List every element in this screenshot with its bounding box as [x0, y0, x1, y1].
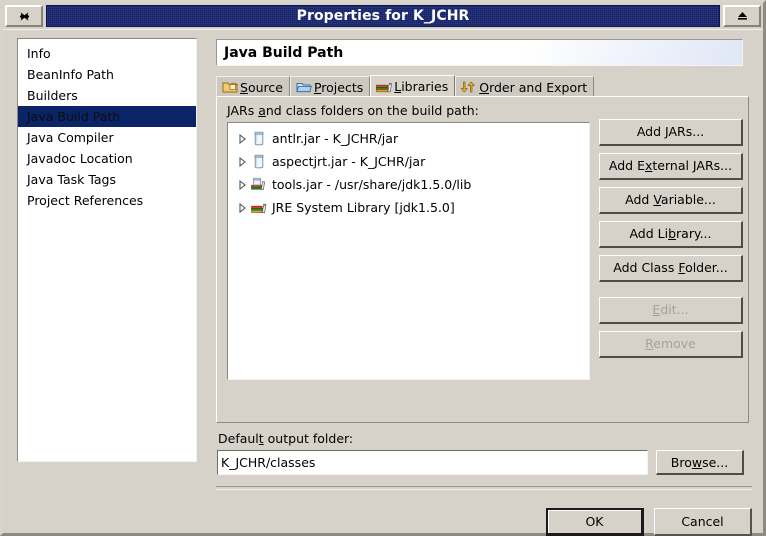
default-output-folder-label: Default output folder: — [218, 431, 353, 446]
list-item[interactable]: tools.jar - /usr/share/jdk1.5.0/lib — [228, 173, 589, 196]
browse-button[interactable]: Browse... — [656, 450, 744, 475]
close-x-icon — [19, 11, 30, 22]
out-label-post: output folder: — [263, 431, 354, 446]
tab-projects-label: Projects — [313, 79, 364, 95]
collapsed-triangle-icon[interactable] — [234, 179, 250, 190]
open-folder-icon — [296, 80, 312, 94]
list-item[interactable]: antlr.jar - K_JCHR/jar — [228, 127, 589, 150]
list-item-label: antlr.jar - K_JCHR/jar — [272, 131, 399, 146]
add-class-folder-button[interactable]: Add Class Folder... — [599, 255, 743, 282]
page-header: Java Build Path — [216, 39, 743, 66]
default-output-folder-input[interactable] — [217, 450, 648, 475]
add-variable-button[interactable]: Add Variable... — [599, 187, 743, 214]
jar-list-label-pre: JARs — [227, 103, 259, 118]
btn-post: ariable... — [660, 192, 716, 207]
browse-pre: Bro — [670, 454, 692, 470]
remove-button[interactable]: Remove — [599, 331, 743, 358]
tab-libraries[interactable]: Libraries — [370, 75, 456, 97]
btn-pre: Add E — [608, 158, 645, 173]
window-shade-button[interactable] — [723, 5, 761, 27]
dialog-button-bar: OK Cancel — [546, 508, 752, 536]
libraries-button-column: Add JARs... Add External JARs... Add Var… — [599, 119, 743, 365]
list-item-label: tools.jar - /usr/share/jdk1.5.0/lib — [272, 177, 472, 192]
add-external-jars-button[interactable]: Add External JARs... — [599, 153, 743, 180]
ok-button[interactable]: OK — [546, 508, 644, 536]
list-item-label: JRE System Library [jdk1.5.0] — [272, 200, 455, 215]
jar-list-label-post: nd class folders on the build path: — [265, 103, 479, 118]
properties-page-pane: Java Build Path Source Projects Librarie… — [212, 35, 752, 490]
btn-post: ternal JARs... — [652, 158, 733, 173]
browse-mnemonic: w — [691, 454, 703, 470]
sidebar-item-builders[interactable]: Builders — [18, 85, 196, 106]
library-jar-icon — [250, 177, 268, 192]
browse-post: se... — [702, 454, 729, 470]
cancel-button[interactable]: Cancel — [654, 508, 752, 536]
btn-post: emove — [653, 336, 696, 351]
sidebar-item-java-build-path[interactable]: Java Build Path — [18, 106, 196, 127]
reorder-arrows-icon — [460, 80, 477, 94]
collapsed-triangle-icon[interactable] — [234, 202, 250, 213]
window-close-button[interactable] — [5, 5, 43, 27]
tab-source-label: Source — [240, 79, 283, 95]
btn-mnemonic: b — [668, 226, 677, 241]
jar-icon — [250, 131, 268, 146]
jar-list-label-mnemonic: a — [258, 103, 266, 118]
btn-post: older... — [685, 260, 728, 275]
sidebar-item-project-references[interactable]: Project References — [18, 190, 196, 211]
sidebar-item-info[interactable]: Info — [18, 43, 196, 64]
btn-post: dit... — [660, 302, 689, 317]
jar-list-label: JARs and class folders on the build path… — [227, 103, 479, 118]
libraries-tab-panel: JARs and class folders on the build path… — [216, 96, 749, 423]
shade-triangle-icon — [736, 11, 749, 21]
collapsed-triangle-icon[interactable] — [234, 156, 250, 167]
properties-dialog-window: Properties for K_JCHR Info BeanInfo Path… — [0, 0, 766, 536]
properties-page-tree[interactable]: Info BeanInfo Path Builders Java Build P… — [17, 38, 197, 462]
btn-post: ARs... — [668, 124, 705, 139]
btn-pre: Add — [625, 192, 654, 207]
jar-icon — [250, 154, 268, 169]
sidebar-item-javadoc-location[interactable]: Javadoc Location — [18, 148, 196, 169]
window-title: Properties for K_JCHR — [46, 5, 720, 27]
btn-pre: Add — [636, 124, 666, 139]
collapsed-triangle-icon[interactable] — [234, 133, 250, 144]
sidebar-item-java-compiler[interactable]: Java Compiler — [18, 127, 196, 148]
out-label-pre: Defaul — [218, 431, 259, 446]
build-path-entries-list[interactable]: antlr.jar - K_JCHR/jar aspectjrt.jar - K… — [227, 122, 590, 380]
jre-library-icon — [250, 200, 268, 215]
tab-order-and-export-label: Order and Export — [479, 79, 588, 95]
package-folder-icon — [222, 80, 239, 94]
tab-projects[interactable]: Projects — [289, 76, 371, 97]
books-icon — [376, 80, 393, 94]
btn-post: rary... — [676, 226, 712, 241]
default-output-folder-row: Browse... — [217, 449, 749, 476]
add-jars-button[interactable]: Add JARs... — [599, 119, 743, 146]
list-item-label: aspectjrt.jar - K_JCHR/jar — [272, 154, 426, 169]
page-title: Java Build Path — [224, 44, 344, 61]
btn-mnemonic: V — [653, 192, 661, 207]
list-item[interactable]: aspectjrt.jar - K_JCHR/jar — [228, 150, 589, 173]
tab-order-and-export[interactable]: Order and Export — [455, 76, 595, 97]
sidebar-item-java-task-tags[interactable]: Java Task Tags — [18, 169, 196, 190]
list-item[interactable]: JRE System Library [jdk1.5.0] — [228, 196, 589, 219]
add-library-button[interactable]: Add Library... — [599, 221, 743, 248]
sidebar-item-beaninfo-path[interactable]: BeanInfo Path — [18, 64, 196, 85]
dialog-client-area: Info BeanInfo Path Builders Java Build P… — [3, 29, 763, 536]
window-titlebar: Properties for K_JCHR — [3, 3, 763, 29]
btn-pre: Add Li — [629, 226, 669, 241]
tab-source[interactable]: Source — [216, 76, 290, 97]
edit-button[interactable]: Edit... — [599, 297, 743, 324]
build-path-tabstrip: Source Projects Libraries Order and Expo… — [216, 75, 749, 97]
btn-pre: Add Class — [613, 260, 679, 275]
dialog-separator — [216, 486, 752, 490]
tab-libraries-label: Libraries — [394, 79, 449, 94]
